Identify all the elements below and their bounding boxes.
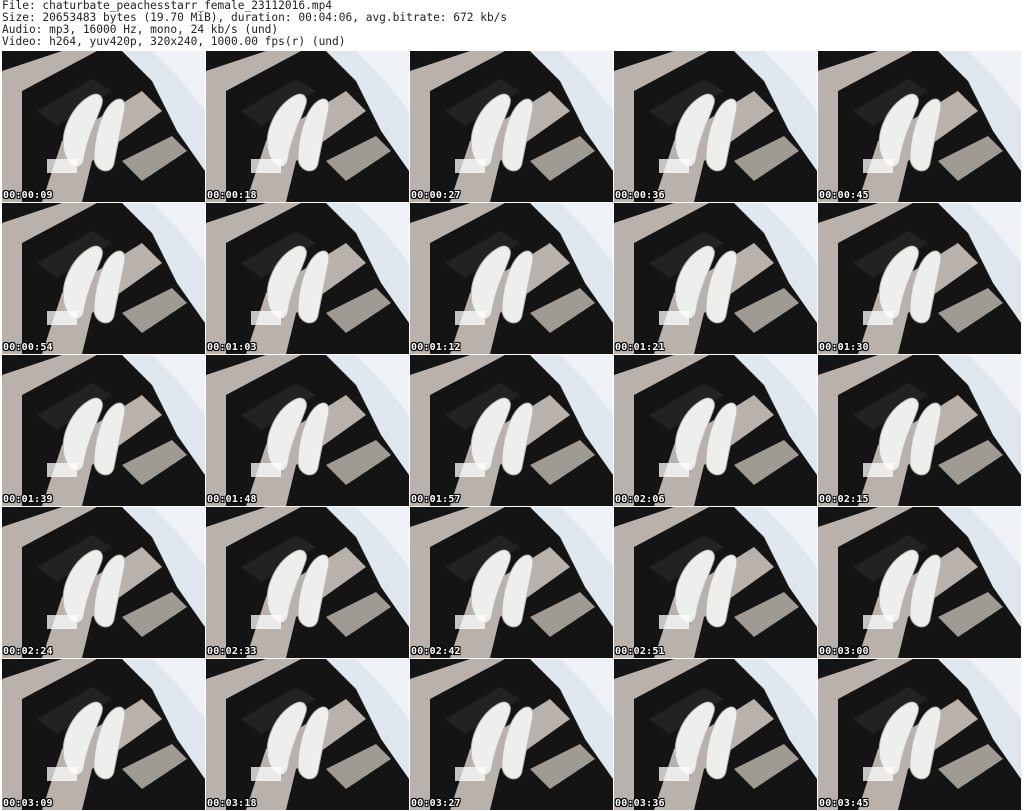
thumbnail-timestamp: 00:01:21 (615, 342, 665, 353)
thumbnail-timestamp: 00:02:33 (207, 646, 257, 657)
video-thumbnail: 00:01:21 (614, 203, 817, 354)
thumbnail-timestamp: 00:02:15 (819, 494, 869, 505)
thumbnail-timestamp: 00:01:12 (411, 342, 461, 353)
video-thumbnail: 00:02:33 (206, 507, 409, 658)
video-thumbnail: 00:01:39 (2, 355, 205, 506)
thumbnail-timestamp: 00:00:09 (3, 190, 53, 201)
thumbnail-frame-image (2, 51, 205, 202)
video-thumbnail: 00:02:06 (614, 355, 817, 506)
video-thumbnail: 00:00:36 (614, 51, 817, 202)
thumbnail-frame-image (410, 203, 613, 354)
thumbnail-timestamp: 00:03:09 (3, 798, 53, 809)
thumbnail-timestamp: 00:03:45 (819, 798, 869, 809)
thumbnail-frame-image (614, 659, 817, 810)
video-info-header: File: chaturbate_peachesstarr_female_231… (2, 0, 1022, 50)
video-thumbnail: 00:01:30 (818, 203, 1021, 354)
thumbnail-frame-image (2, 507, 205, 658)
video-thumbnail: 00:02:24 (2, 507, 205, 658)
thumbnail-frame-image (410, 507, 613, 658)
thumbnail-timestamp: 00:03:18 (207, 798, 257, 809)
thumbnail-timestamp: 00:01:30 (819, 342, 869, 353)
video-info-line: Video: h264, yuv420p, 320x240, 1000.00 f… (2, 35, 346, 48)
thumbnail-timestamp: 00:02:24 (3, 646, 53, 657)
thumbnail-frame-image (818, 203, 1021, 354)
video-thumbnail: 00:03:27 (410, 659, 613, 810)
thumbnail-timestamp: 00:02:51 (615, 646, 665, 657)
thumbnail-frame-image (614, 51, 817, 202)
thumbnail-frame-image (2, 659, 205, 810)
video-thumbnail: 00:00:45 (818, 51, 1021, 202)
video-thumbnail: 00:00:09 (2, 51, 205, 202)
thumbnail-frame-image (614, 507, 817, 658)
video-thumbnail: 00:01:57 (410, 355, 613, 506)
thumbnail-timestamp: 00:01:03 (207, 342, 257, 353)
video-thumbnail: 00:01:48 (206, 355, 409, 506)
thumbnail-frame-image (2, 355, 205, 506)
thumbnail-frame-image (206, 203, 409, 354)
thumbnail-timestamp: 00:03:36 (615, 798, 665, 809)
thumbnail-frame-image (818, 51, 1021, 202)
thumbnail-timestamp: 00:00:27 (411, 190, 461, 201)
thumbnail-frame-image (410, 355, 613, 506)
thumbnail-timestamp: 00:02:06 (615, 494, 665, 505)
thumbnail-timestamp: 00:03:00 (819, 646, 869, 657)
video-thumbnail: 00:01:12 (410, 203, 613, 354)
thumbnail-grid: 00:00:09 00:00:18 00:00:27 00:00:36 00:0… (2, 51, 1022, 811)
thumbnail-frame-image (206, 507, 409, 658)
thumbnail-frame-image (410, 659, 613, 810)
thumbnail-timestamp: 00:00:54 (3, 342, 53, 353)
thumbnail-frame-image (818, 659, 1021, 810)
thumbnail-frame-image (206, 659, 409, 810)
video-thumbnail: 00:03:00 (818, 507, 1021, 658)
thumbnail-frame-image (818, 355, 1021, 506)
thumbnail-frame-image (410, 51, 613, 202)
thumbnail-timestamp: 00:01:57 (411, 494, 461, 505)
thumbnail-timestamp: 00:00:45 (819, 190, 869, 201)
thumbnail-timestamp: 00:00:36 (615, 190, 665, 201)
thumbnail-frame-image (206, 51, 409, 202)
thumbnail-frame-image (818, 507, 1021, 658)
video-thumbnail: 00:00:27 (410, 51, 613, 202)
thumbnail-frame-image (614, 203, 817, 354)
thumbnail-frame-image (614, 355, 817, 506)
thumbnail-frame-image (206, 355, 409, 506)
thumbnail-frame-image (2, 203, 205, 354)
video-thumbnail: 00:00:54 (2, 203, 205, 354)
video-thumbnail: 00:02:51 (614, 507, 817, 658)
thumbnail-timestamp: 00:00:18 (207, 190, 257, 201)
thumbnail-timestamp: 00:01:39 (3, 494, 53, 505)
video-thumbnail: 00:03:36 (614, 659, 817, 810)
thumbnail-timestamp: 00:02:42 (411, 646, 461, 657)
video-thumbnail: 00:02:15 (818, 355, 1021, 506)
thumbnail-timestamp: 00:01:48 (207, 494, 257, 505)
video-thumbnail: 00:01:03 (206, 203, 409, 354)
video-thumbnail: 00:03:09 (2, 659, 205, 810)
thumbnail-timestamp: 00:03:27 (411, 798, 461, 809)
video-thumbnail: 00:00:18 (206, 51, 409, 202)
video-thumbnail: 00:03:45 (818, 659, 1021, 810)
video-thumbnail: 00:02:42 (410, 507, 613, 658)
video-thumbnail: 00:03:18 (206, 659, 409, 810)
